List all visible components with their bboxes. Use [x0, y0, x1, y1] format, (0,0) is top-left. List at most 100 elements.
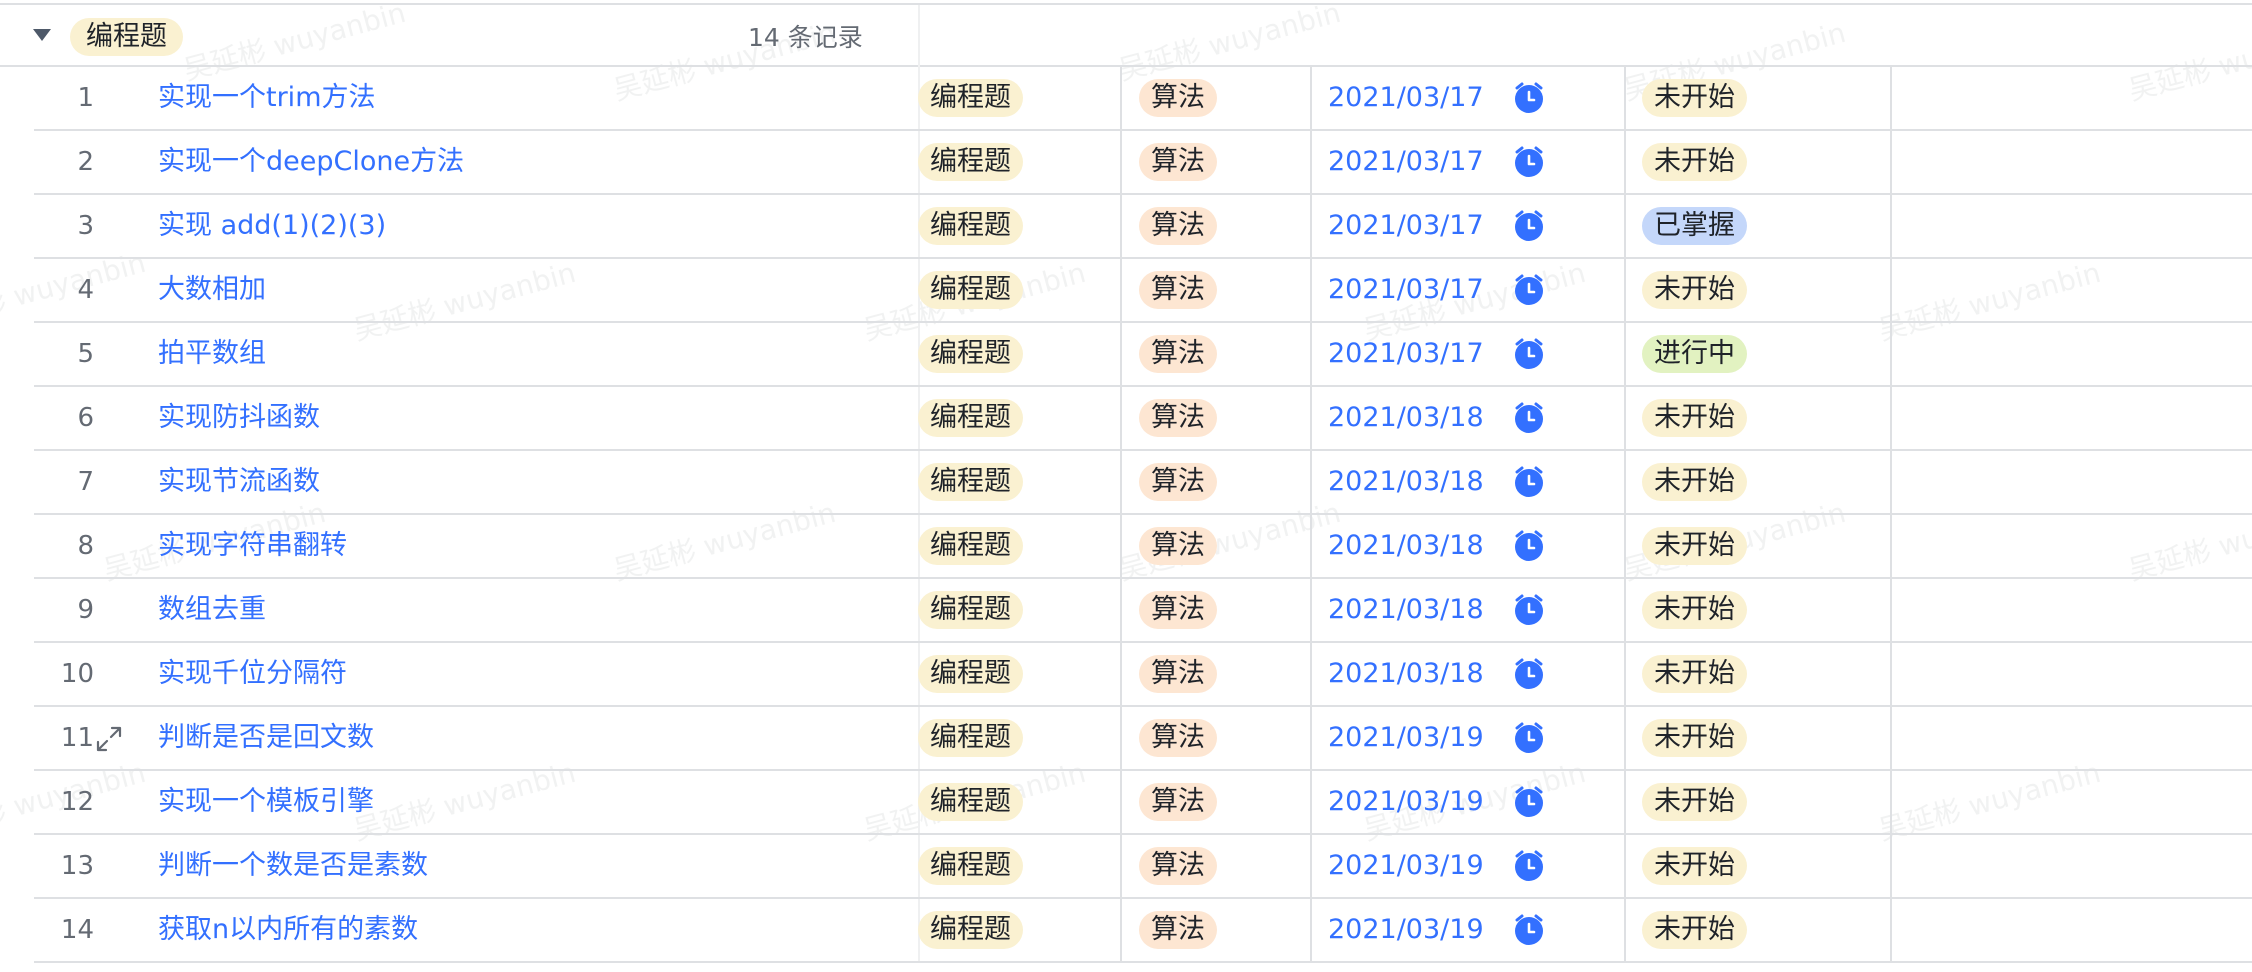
record-title[interactable]: 判断是否是回文数 — [158, 707, 374, 769]
table-row[interactable]: 2 实现一个deepClone方法 编程题 算法 2021/03/17 未开始 — [34, 131, 2252, 195]
table-row[interactable]: 7 实现节流函数 编程题 算法 2021/03/18 未开始 — [34, 451, 2252, 515]
column-divider — [1310, 579, 1312, 641]
status-tag: 未开始 — [1642, 79, 1747, 117]
record-title[interactable]: 数组去重 — [158, 579, 266, 641]
alarm-clock-icon[interactable] — [1512, 465, 1546, 499]
record-title[interactable]: 实现 add(1)(2)(3) — [158, 195, 386, 257]
column-divider — [1890, 579, 1892, 641]
alarm-clock-icon[interactable] — [1512, 657, 1546, 691]
table-row[interactable]: 4 大数相加 编程题 算法 2021/03/17 未开始 — [34, 259, 2252, 323]
record-title[interactable]: 实现一个deepClone方法 — [158, 131, 464, 193]
record-title[interactable]: 实现字符串翻转 — [158, 515, 347, 577]
record-title[interactable]: 实现一个trim方法 — [158, 67, 376, 129]
alarm-clock-icon[interactable] — [1512, 785, 1546, 819]
type-tag: 编程题 — [918, 271, 1023, 309]
row-number: 10 — [60, 659, 94, 689]
date-value[interactable]: 2021/03/17 — [1328, 323, 1484, 385]
type-tag: 编程题 — [918, 911, 1023, 949]
record-title[interactable]: 实现防抖函数 — [158, 387, 320, 449]
record-title[interactable]: 实现千位分隔符 — [158, 643, 347, 705]
column-divider — [1624, 451, 1626, 513]
alarm-clock-icon[interactable] — [1512, 81, 1546, 115]
column-divider — [1310, 643, 1312, 705]
alarm-clock-icon[interactable] — [1512, 849, 1546, 883]
table-row[interactable]: 10 实现千位分隔符 编程题 算法 2021/03/18 未开始 — [34, 643, 2252, 707]
expand-icon[interactable] — [94, 724, 124, 754]
record-title[interactable]: 实现一个模板引擎 — [158, 771, 374, 833]
column-divider — [1310, 131, 1312, 193]
date-value[interactable]: 2021/03/19 — [1328, 835, 1484, 897]
alarm-clock-icon[interactable] — [1512, 401, 1546, 435]
column-divider — [1624, 579, 1626, 641]
date-value[interactable]: 2021/03/19 — [1328, 771, 1484, 833]
date-value[interactable]: 2021/03/18 — [1328, 515, 1484, 577]
alarm-clock-icon[interactable] — [1512, 721, 1546, 755]
alarm-clock-icon[interactable] — [1512, 273, 1546, 307]
group-header[interactable]: 编程题 14 条记录 — [0, 3, 2252, 67]
record-title[interactable]: 拍平数组 — [158, 323, 266, 385]
alarm-clock-icon[interactable] — [1512, 337, 1546, 371]
row-number: 8 — [77, 531, 94, 561]
category-tag: 算法 — [1139, 847, 1217, 885]
record-title[interactable]: 大数相加 — [158, 259, 266, 321]
date-value[interactable]: 2021/03/18 — [1328, 643, 1484, 705]
table-row[interactable]: 6 实现防抖函数 编程题 算法 2021/03/18 未开始 — [34, 387, 2252, 451]
status-tag: 未开始 — [1642, 719, 1747, 757]
alarm-clock-icon[interactable] — [1512, 593, 1546, 627]
status-tag: 未开始 — [1642, 143, 1747, 181]
table-row[interactable]: 9 数组去重 编程题 算法 2021/03/18 未开始 — [34, 579, 2252, 643]
column-divider — [1624, 67, 1626, 129]
table-row[interactable]: 12 实现一个模板引擎 编程题 算法 2021/03/19 未开始 — [34, 771, 2252, 835]
row-number: 9 — [77, 595, 94, 625]
column-divider — [1624, 771, 1626, 833]
category-tag: 算法 — [1139, 399, 1217, 437]
row-number: 12 — [60, 787, 94, 817]
record-title[interactable]: 获取n以内所有的素数 — [158, 899, 418, 961]
date-value[interactable]: 2021/03/19 — [1328, 707, 1484, 769]
date-value[interactable]: 2021/03/17 — [1328, 259, 1484, 321]
table-row[interactable]: 8 实现字符串翻转 编程题 算法 2021/03/18 未开始 — [34, 515, 2252, 579]
column-divider — [1624, 899, 1626, 961]
date-value[interactable]: 2021/03/18 — [1328, 579, 1484, 641]
column-divider — [1310, 771, 1312, 833]
alarm-clock-icon[interactable] — [1512, 145, 1546, 179]
column-divider — [1310, 195, 1312, 257]
date-value[interactable]: 2021/03/18 — [1328, 451, 1484, 513]
table-row[interactable]: 13 判断一个数是否是素数 编程题 算法 2021/03/19 未开始 — [34, 835, 2252, 899]
table-row[interactable]: 5 拍平数组 编程题 算法 2021/03/17 进行中 — [34, 323, 2252, 387]
record-title[interactable]: 判断一个数是否是素数 — [158, 835, 428, 897]
date-value[interactable]: 2021/03/18 — [1328, 387, 1484, 449]
date-value[interactable]: 2021/03/19 — [1328, 899, 1484, 961]
row-number: 2 — [77, 147, 94, 177]
date-value[interactable]: 2021/03/17 — [1328, 195, 1484, 257]
category-tag: 算法 — [1139, 783, 1217, 821]
table-row[interactable]: 3 实现 add(1)(2)(3) 编程题 算法 2021/03/17 已掌握 — [34, 195, 2252, 259]
column-divider — [1310, 835, 1312, 897]
alarm-clock-icon[interactable] — [1512, 209, 1546, 243]
column-divider — [1310, 451, 1312, 513]
type-tag: 编程题 — [918, 399, 1023, 437]
column-divider — [1120, 259, 1122, 321]
table-row[interactable]: 11 判断是否是回文数 编程题 算法 2021/03/19 未开始 — [34, 707, 2252, 771]
alarm-clock-icon[interactable] — [1512, 529, 1546, 563]
date-value[interactable]: 2021/03/17 — [1328, 67, 1484, 129]
date-value[interactable]: 2021/03/17 — [1328, 131, 1484, 193]
table-row[interactable]: 1 实现一个trim方法 编程题 算法 2021/03/17 未开始 — [34, 67, 2252, 131]
table-row[interactable]: 14 获取n以内所有的素数 编程题 算法 2021/03/19 未开始 — [34, 899, 2252, 963]
column-divider — [1120, 323, 1122, 385]
status-tag: 未开始 — [1642, 271, 1747, 309]
row-number: 5 — [77, 339, 94, 369]
category-tag: 算法 — [1139, 719, 1217, 757]
category-tag: 算法 — [1139, 527, 1217, 565]
status-tag: 未开始 — [1642, 399, 1747, 437]
column-divider — [1624, 195, 1626, 257]
status-tag: 未开始 — [1642, 911, 1747, 949]
caret-down-icon[interactable] — [33, 29, 51, 41]
type-tag: 编程题 — [918, 783, 1023, 821]
column-divider — [1624, 323, 1626, 385]
column-divider — [1310, 515, 1312, 577]
row-number: 6 — [77, 403, 94, 433]
record-title[interactable]: 实现节流函数 — [158, 451, 320, 513]
alarm-clock-icon[interactable] — [1512, 913, 1546, 947]
category-tag: 算法 — [1139, 591, 1217, 629]
